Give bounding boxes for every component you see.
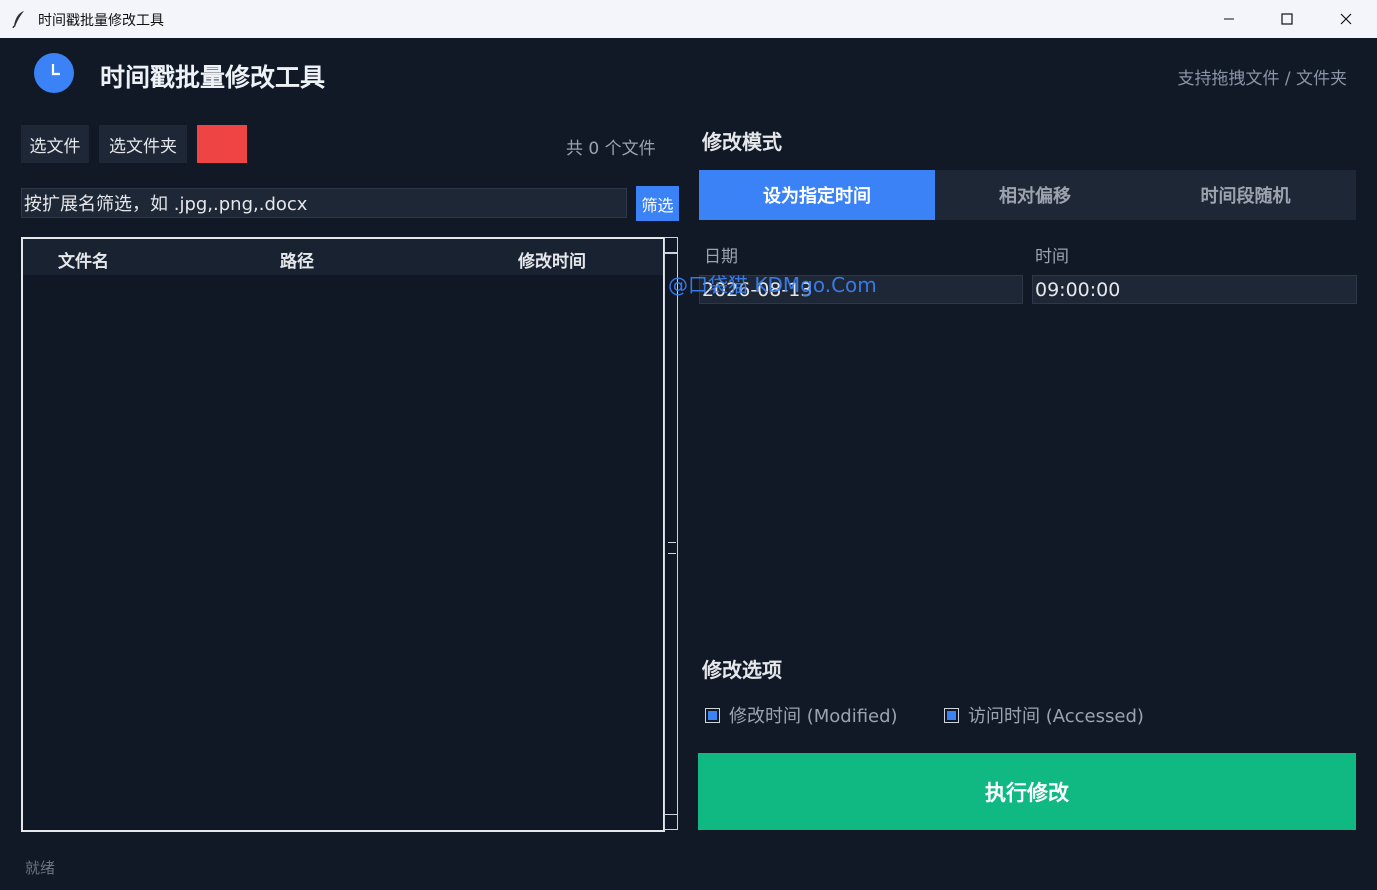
modified-checkbox[interactable]: [705, 707, 720, 723]
feather-icon: [12, 11, 24, 28]
tab-random-range[interactable]: 时间段随机: [1135, 170, 1356, 220]
file-count: 共 0 个文件: [566, 139, 656, 159]
maximize-button[interactable]: [1258, 0, 1316, 38]
modified-checkbox-label: 修改时间 (Modified): [729, 706, 898, 727]
select-folder-button[interactable]: 选文件夹: [99, 125, 187, 163]
watermark: @口袋猫 KDMgo.Com: [668, 273, 877, 297]
scrollbar-grip: [668, 542, 676, 554]
minimize-button[interactable]: [1200, 0, 1258, 38]
clear-button[interactable]: [197, 125, 247, 163]
modified-time-option[interactable]: 修改时间 (Modified): [705, 702, 898, 728]
extension-filter-input[interactable]: [21, 188, 627, 218]
execute-button[interactable]: 执行修改: [698, 753, 1356, 830]
options-section-title: 修改选项: [702, 658, 782, 682]
mode-section-title: 修改模式: [702, 130, 782, 154]
column-header-filename[interactable]: 文件名: [58, 247, 109, 272]
app-heading: 时间戳批量修改工具: [100, 63, 326, 92]
accessed-checkbox-label: 访问时间 (Accessed): [968, 706, 1144, 727]
time-label: 时间: [1035, 247, 1069, 267]
table-scrollbar[interactable]: [664, 237, 678, 830]
select-file-button[interactable]: 选文件: [21, 125, 89, 163]
filter-button[interactable]: 筛选: [636, 186, 679, 221]
window-titlebar: 时间戳批量修改工具: [0, 0, 1377, 38]
table-header: 文件名 路径 修改时间: [23, 239, 663, 275]
mode-tabs: 设为指定时间 相对偏移 时间段随机: [699, 170, 1356, 220]
close-icon: [1340, 13, 1352, 25]
clock-icon: [34, 53, 74, 93]
accessed-time-option[interactable]: 访问时间 (Accessed): [944, 702, 1144, 728]
tab-relative-offset[interactable]: 相对偏移: [935, 170, 1135, 220]
close-button[interactable]: [1317, 0, 1375, 38]
drag-drop-hint: 支持拖拽文件 / 文件夹: [1177, 69, 1347, 89]
scroll-up-icon[interactable]: [664, 237, 678, 253]
minimize-icon: [1224, 18, 1234, 20]
maximize-icon: [1281, 13, 1293, 25]
window-title: 时间戳批量修改工具: [38, 13, 164, 29]
time-input[interactable]: [1032, 275, 1357, 304]
scrollbar-thumb[interactable]: [664, 253, 678, 815]
status-text: 就绪: [25, 859, 56, 877]
tab-set-specific-time[interactable]: 设为指定时间: [699, 170, 935, 220]
column-header-modified-time[interactable]: 修改时间: [518, 247, 586, 272]
column-header-path[interactable]: 路径: [280, 247, 314, 272]
scroll-down-icon[interactable]: [664, 814, 678, 830]
date-label: 日期: [704, 247, 738, 267]
file-table[interactable]: 文件名 路径 修改时间: [21, 237, 665, 832]
accessed-checkbox[interactable]: [944, 707, 959, 723]
